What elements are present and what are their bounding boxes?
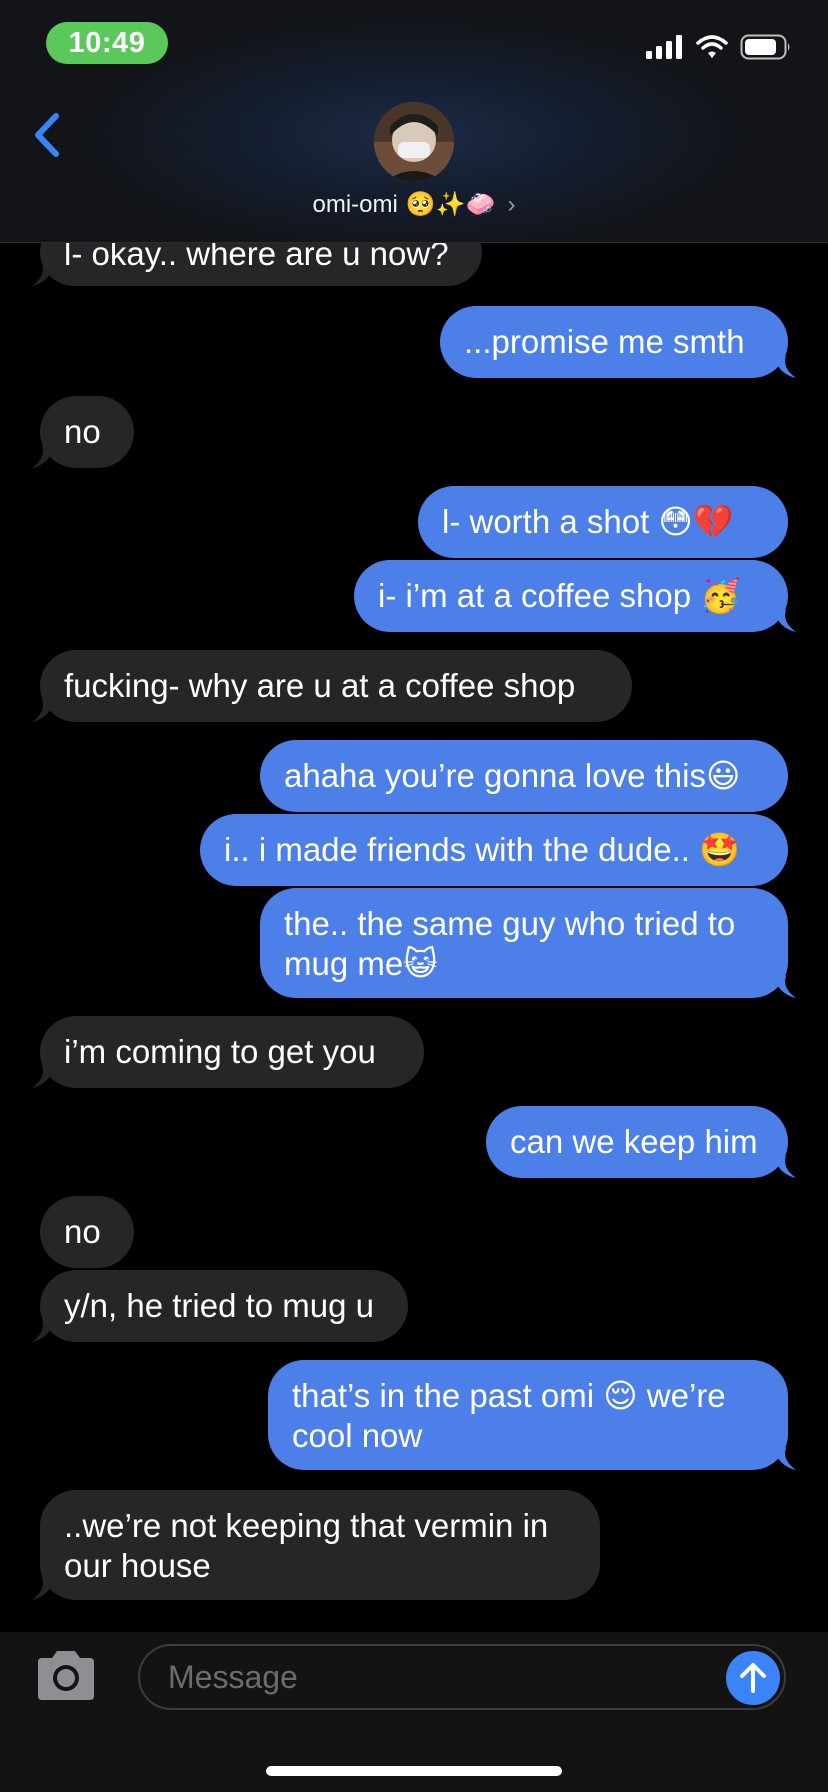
status-bar: 10:49 xyxy=(0,0,828,90)
message-bubble-incoming[interactable]: no xyxy=(32,396,134,468)
message-bubble-outgoing[interactable]: i- i’m at a coffee shop 🥳 xyxy=(354,560,796,632)
avatar-image xyxy=(374,102,454,182)
message-bubble-outgoing[interactable]: i.. i made friends with the dude.. 🤩 xyxy=(200,814,788,886)
message-text: i- i’m at a coffee shop 🥳 xyxy=(378,577,742,614)
message-bubble-outgoing[interactable]: ahaha you’re gonna love this😃 xyxy=(260,740,788,812)
message-text: ahaha you’re gonna love this😃 xyxy=(284,757,741,794)
message-bubble-outgoing[interactable]: the.. the same guy who tried to mug me😺 xyxy=(260,888,796,998)
message-thread[interactable]: l- okay.. where are u now? ...promise me… xyxy=(0,0,828,1630)
chevron-right-icon: › xyxy=(507,190,516,218)
message-text: can we keep him xyxy=(510,1123,758,1160)
contact-name-row[interactable]: omi-omi 🥺✨🧼 › xyxy=(0,190,828,219)
contact-avatar[interactable] xyxy=(374,102,454,182)
home-indicator[interactable] xyxy=(266,1766,562,1776)
bubble-tail xyxy=(32,1066,54,1088)
message-text: the.. the same guy who tried to mug me😺 xyxy=(284,905,736,982)
status-icons xyxy=(646,34,792,60)
message-input[interactable]: Message xyxy=(138,1644,786,1710)
bubble-tail xyxy=(32,1320,54,1342)
message-bubble-outgoing[interactable]: can we keep him xyxy=(486,1106,796,1178)
camera-icon xyxy=(38,1651,94,1700)
wifi-icon xyxy=(696,35,728,58)
message-text: ...promise me smth xyxy=(464,323,745,360)
message-text: no xyxy=(64,413,101,450)
bubble-tail xyxy=(32,446,54,468)
message-text: y/n, he tried to mug u xyxy=(64,1287,375,1324)
status-time: 10:49 xyxy=(46,22,168,64)
message-text: l- worth a shot 😳💔 xyxy=(442,503,734,540)
message-text: fucking- why are u at a coffee shop xyxy=(64,667,576,704)
bubble-tail xyxy=(774,610,796,632)
chevron-left-icon xyxy=(35,113,59,157)
contact-emojis: 🥺✨🧼 xyxy=(405,191,496,218)
message-bubble-outgoing[interactable]: that’s in the past omi 😌 we’re cool now xyxy=(268,1360,796,1470)
send-button[interactable] xyxy=(726,1651,780,1705)
message-bubble-incoming[interactable]: ..we’re not keeping that vermin in our h… xyxy=(32,1490,600,1600)
compose-bar: Message xyxy=(0,1632,828,1792)
message-bubble-incoming[interactable]: fucking- why are u at a coffee shop xyxy=(32,650,632,722)
message-bubble-incoming[interactable]: y/n, he tried to mug u xyxy=(32,1270,408,1342)
arrow-up-icon xyxy=(740,1663,766,1693)
battery-icon xyxy=(740,34,790,60)
message-placeholder: Message xyxy=(168,1659,298,1695)
message-text: i’m coming to get you xyxy=(64,1033,376,1070)
message-text: ..we’re not keeping that vermin in our h… xyxy=(64,1507,549,1584)
bubble-tail xyxy=(32,264,54,286)
message-bubble-outgoing[interactable]: ...promise me smth xyxy=(440,306,796,378)
camera-button[interactable] xyxy=(32,1648,100,1704)
bubble-tail xyxy=(774,1448,796,1470)
message-bubble-incoming[interactable]: i’m coming to get you xyxy=(32,1016,424,1088)
message-text: no xyxy=(64,1213,101,1250)
message-text: i.. i made friends with the dude.. 🤩 xyxy=(224,831,741,868)
bubble-tail xyxy=(774,1156,796,1178)
message-text: that’s in the past omi 😌 we’re cool now xyxy=(292,1377,726,1454)
message-bubble-incoming[interactable]: no xyxy=(40,1196,134,1268)
bubble-tail xyxy=(32,700,54,722)
message-bubble-outgoing[interactable]: l- worth a shot 😳💔 xyxy=(418,486,788,558)
cellular-signal-icon xyxy=(646,35,682,59)
bubble-tail xyxy=(774,356,796,378)
contact-name: omi-omi xyxy=(312,190,398,218)
bubble-tail xyxy=(774,976,796,998)
bubble-tail xyxy=(32,1578,54,1600)
back-button[interactable] xyxy=(28,110,68,160)
